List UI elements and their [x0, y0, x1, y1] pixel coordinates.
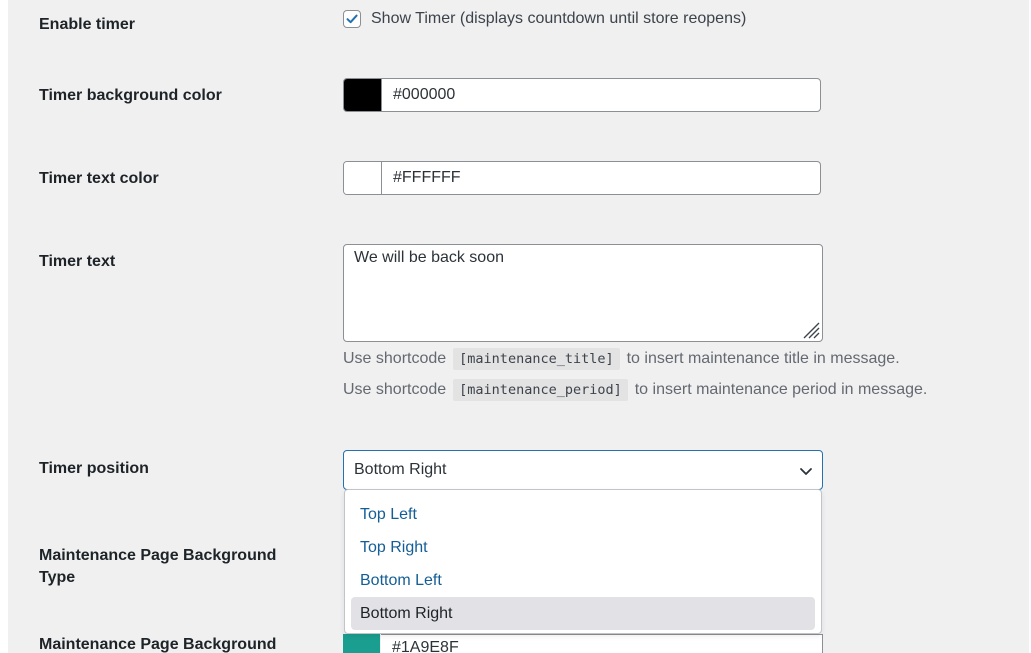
help-prefix: Use shortcode — [343, 350, 447, 367]
timer-position-select[interactable]: Bottom Right — [343, 450, 823, 490]
show-timer-checkbox[interactable] — [343, 10, 361, 28]
timer-text-color-swatch[interactable] — [344, 162, 382, 194]
shortcode-help-title: Use shortcode [maintenance_title] to ins… — [343, 348, 900, 370]
bg-type-label-line2: Type — [39, 569, 76, 586]
option-bottom-right[interactable]: Bottom Right — [351, 597, 815, 630]
settings-panel: Enable timer Show Timer (displays countd… — [8, 0, 1029, 653]
timer-position-dropdown: Top Left Top Right Bottom Left Bottom Ri… — [344, 489, 822, 634]
shortcode-maintenance-period: [maintenance_period] — [453, 379, 628, 401]
option-top-right[interactable]: Top Right — [351, 531, 815, 564]
timer-text-textarea[interactable]: We will be back soon — [343, 244, 823, 342]
shortcode-help-period: Use shortcode [maintenance_period] to in… — [343, 379, 927, 401]
show-timer-checkbox-label: Show Timer (displays countdown until sto… — [371, 10, 747, 27]
enable-timer-label: Enable timer — [39, 16, 136, 33]
timer-position-label: Timer position — [39, 460, 149, 477]
timer-position-selected: Bottom Right — [354, 461, 447, 478]
option-bottom-left[interactable]: Bottom Left — [351, 564, 815, 597]
timer-text-color-field[interactable]: #FFFFFF — [343, 161, 821, 195]
shortcode-maintenance-title: [maintenance_title] — [453, 348, 620, 370]
help-suffix: to insert maintenance period in message. — [634, 381, 928, 398]
timer-text-value: We will be back soon — [354, 249, 504, 266]
timer-text-color-value[interactable]: #FFFFFF — [382, 162, 461, 194]
checkmark-icon — [346, 14, 358, 24]
show-timer-checkbox-row[interactable]: Show Timer (displays countdown until sto… — [343, 10, 746, 28]
chevron-down-icon — [800, 468, 812, 475]
timer-text-label: Timer text — [39, 253, 116, 270]
bg-color-label: Maintenance Page Background — [39, 636, 277, 653]
timer-text-color-label: Timer text color — [39, 170, 159, 187]
bg-color-swatch[interactable] — [343, 634, 380, 653]
timer-bg-color-field[interactable]: #000000 — [343, 78, 821, 112]
bg-type-label-line1: Maintenance Page Background — [39, 547, 277, 564]
timer-bg-color-label: Timer background color — [39, 87, 222, 104]
help-prefix: Use shortcode — [343, 381, 447, 398]
resize-handle-icon[interactable] — [799, 318, 821, 340]
option-top-left[interactable]: Top Left — [351, 498, 815, 531]
help-suffix: to insert maintenance title in message. — [626, 350, 900, 367]
bg-color-value[interactable]: #1A9E8F — [381, 634, 823, 653]
timer-bg-color-value[interactable]: #000000 — [382, 79, 455, 111]
timer-bg-color-swatch[interactable] — [344, 79, 382, 111]
